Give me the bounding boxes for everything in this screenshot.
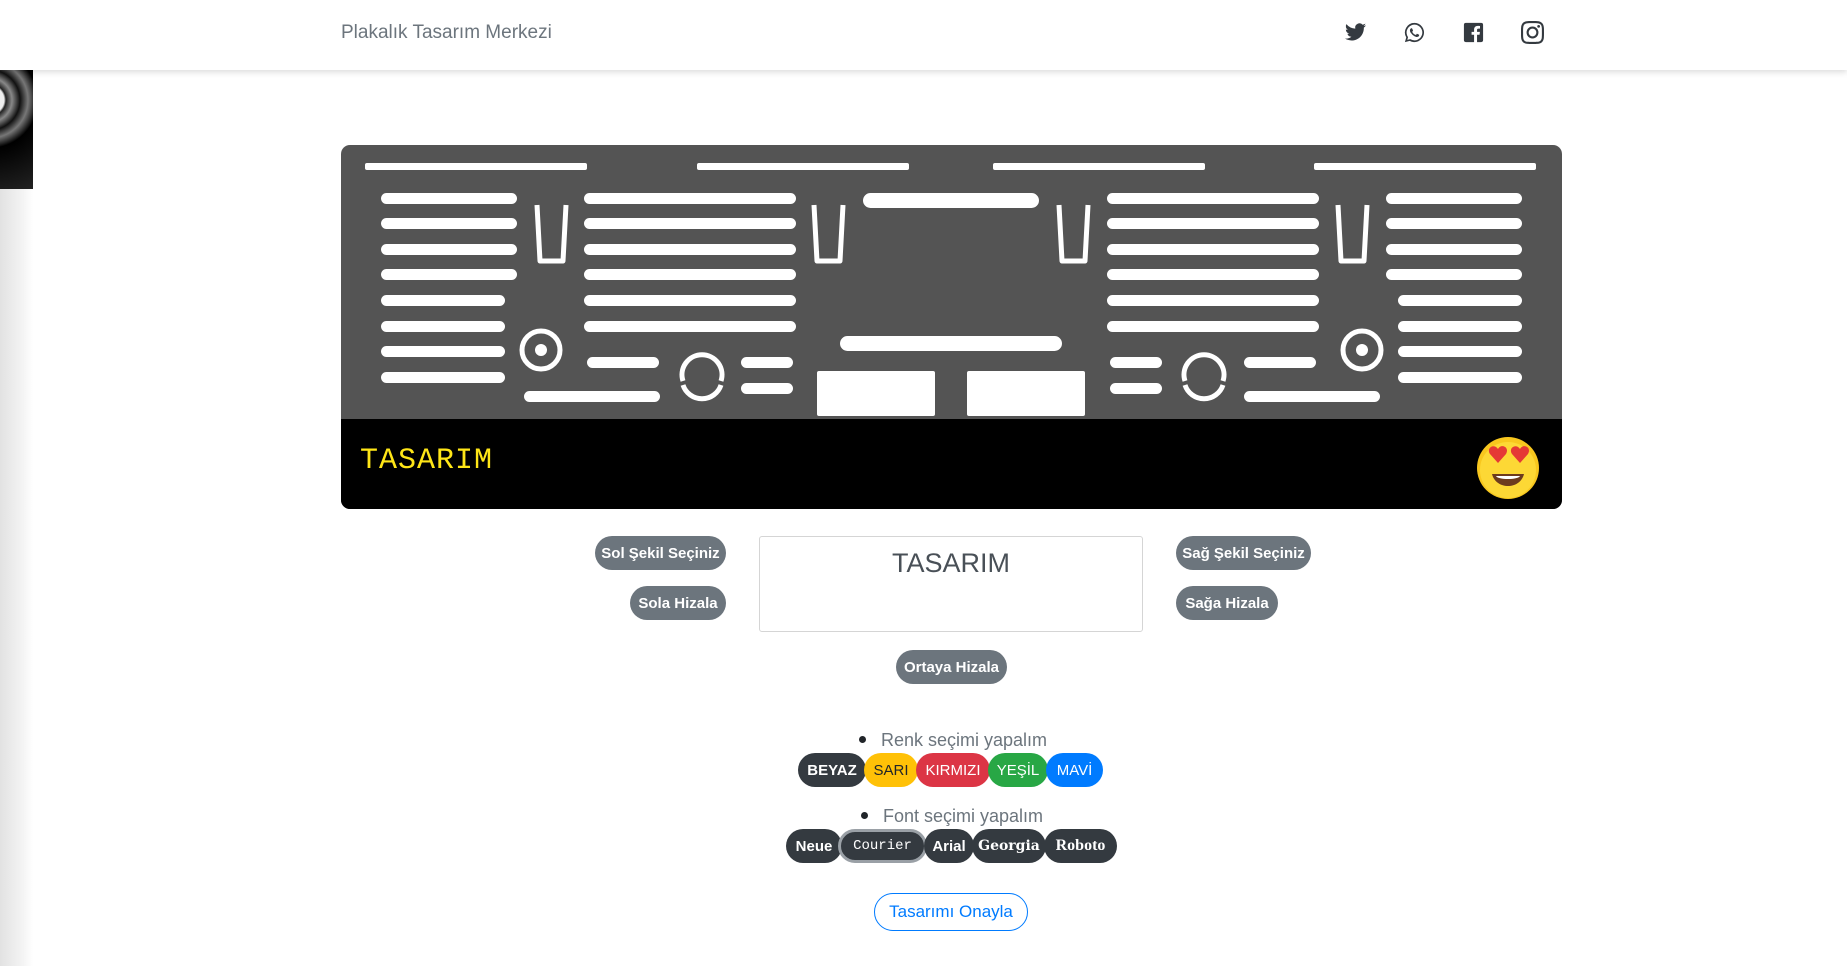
color-option-sari[interactable]: SARI	[864, 753, 918, 787]
navbar: Plakalık Tasarım Merkezi	[0, 0, 1847, 70]
color-option-kirmizi[interactable]: KIRMIZI	[916, 753, 990, 787]
align-right-button[interactable]: Sağa Hizala	[1176, 586, 1278, 620]
plate-preview: TASARIM	[341, 145, 1562, 509]
brand-title[interactable]: Plakalık Tasarım Merkezi	[341, 22, 552, 44]
font-option-roboto[interactable]: Roboto	[1044, 829, 1117, 863]
facebook-icon[interactable]	[1460, 19, 1486, 45]
page-left-edge	[0, 0, 33, 966]
plate-text-input[interactable]: TASARIM	[759, 536, 1143, 632]
plate-frame-pattern	[365, 163, 1536, 416]
list-bullet	[859, 735, 866, 743]
plate-text: TASARIM	[360, 444, 494, 478]
font-option-neue[interactable]: Neue	[786, 829, 842, 863]
font-option-arial[interactable]: Arial	[924, 829, 974, 863]
font-option-courier[interactable]: Courier	[838, 829, 927, 863]
font-section-text: Font seçimi yapalım	[883, 806, 1044, 826]
font-section-label: Font seçimi yapalım	[861, 806, 1043, 827]
color-section-label: Renk seçimi yapalım	[859, 730, 1047, 751]
align-center-button[interactable]: Ortaya Hizala	[896, 650, 1007, 684]
instagram-icon[interactable]	[1519, 19, 1545, 45]
left-shape-button[interactable]: Sol Şekil Seçiniz	[595, 536, 726, 570]
color-options: BEYAZ SARI KIRMIZI YEŞİL MAVİ	[798, 753, 1103, 787]
background-photo	[0, 70, 33, 189]
heart-eyes-emoji-icon	[1477, 437, 1539, 499]
right-shape-button[interactable]: Sağ Şekil Seçiniz	[1176, 536, 1311, 570]
color-option-yesil[interactable]: YEŞİL	[988, 753, 1048, 787]
twitter-icon[interactable]	[1342, 19, 1368, 45]
whatsapp-icon[interactable]	[1401, 19, 1427, 45]
approve-design-button[interactable]: Tasarımı Onayla	[874, 893, 1028, 931]
color-option-beyaz[interactable]: BEYAZ	[798, 753, 866, 787]
color-option-mavi[interactable]: MAVİ	[1046, 753, 1103, 787]
plate-text-strip: TASARIM	[341, 419, 1562, 509]
color-section-text: Renk seçimi yapalım	[881, 730, 1048, 750]
list-bullet	[861, 811, 868, 819]
font-option-georgia[interactable]: Georgia	[972, 829, 1046, 863]
font-options: Neue Courier Arial Georgia Roboto	[786, 829, 1117, 864]
align-left-button[interactable]: Sola Hizala	[630, 586, 726, 620]
